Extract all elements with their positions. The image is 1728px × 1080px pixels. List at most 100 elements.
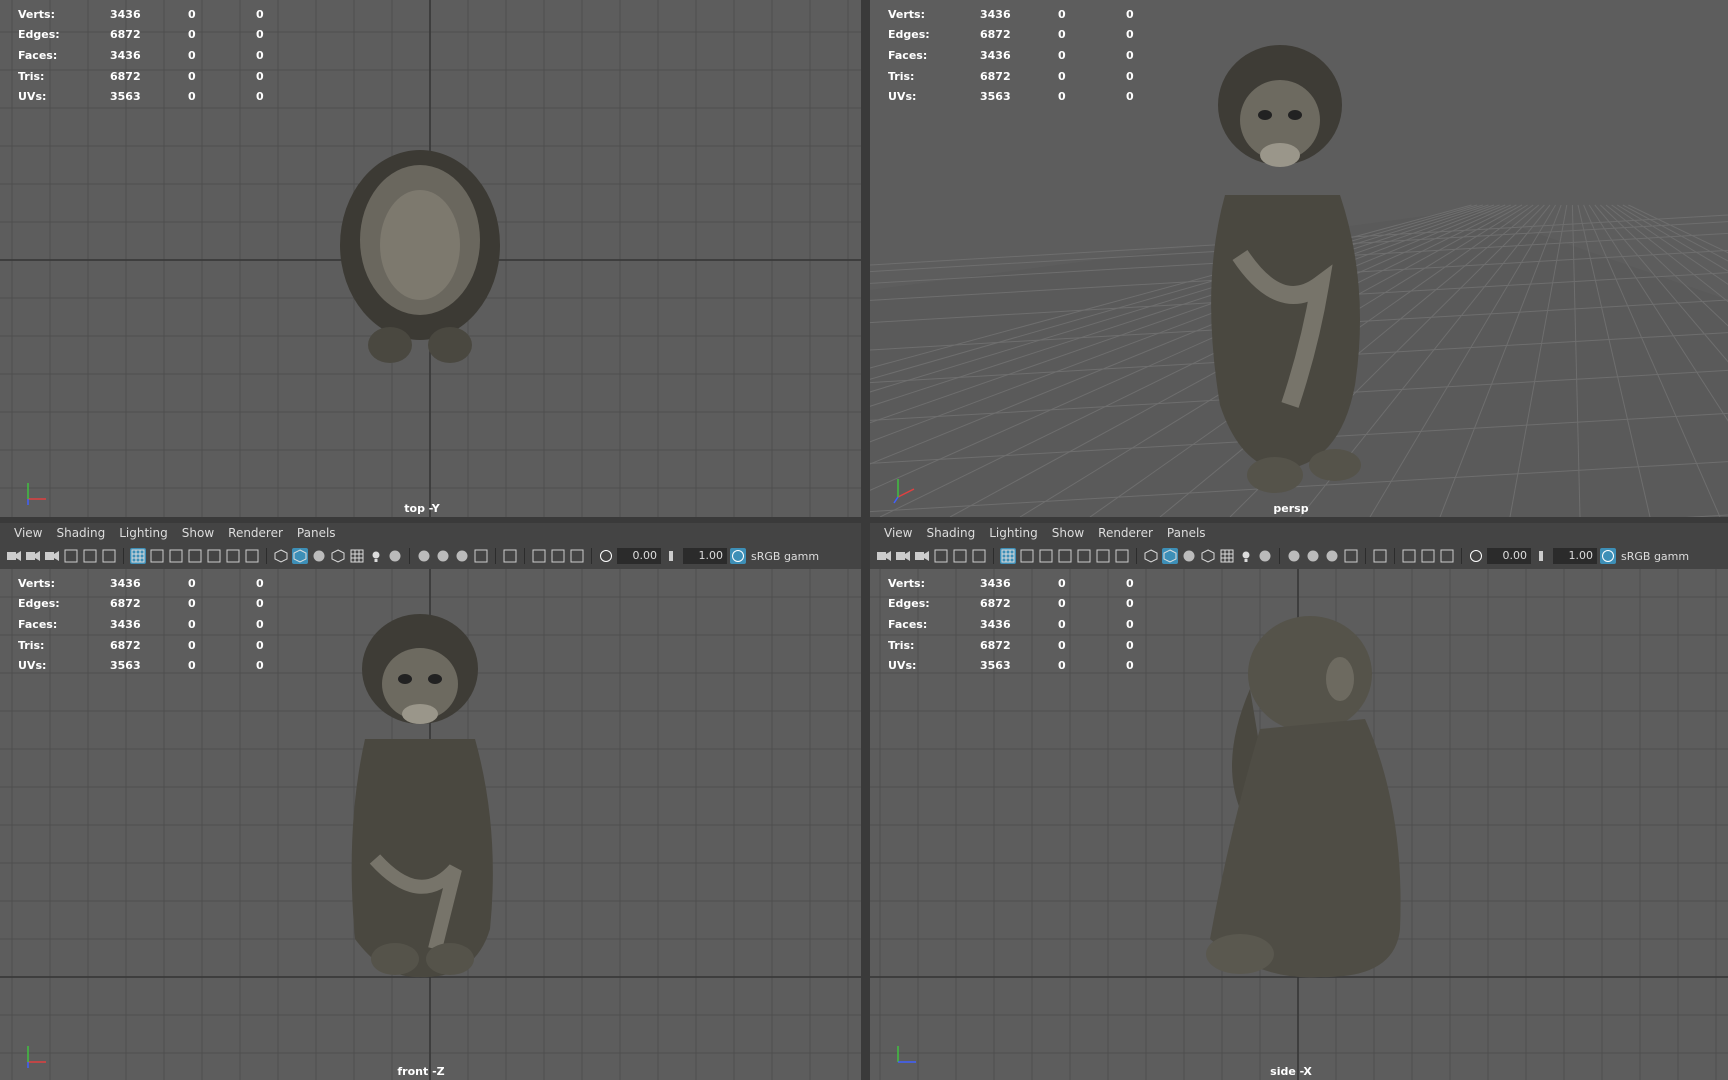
camera-label: front -Z (397, 1065, 445, 1078)
menu-lighting[interactable]: Lighting (983, 526, 1044, 540)
tool-icon[interactable] (1076, 548, 1092, 564)
camera-icon[interactable] (895, 548, 911, 564)
tool-icon[interactable] (1439, 548, 1455, 564)
display-toggle-icon[interactable] (1305, 548, 1321, 564)
tool-icon[interactable] (1401, 548, 1417, 564)
shading-mode-icon[interactable] (1143, 548, 1159, 564)
grid-icon[interactable] (349, 548, 365, 564)
shading-mode-icon[interactable] (1162, 548, 1178, 564)
hud-label: Tris: (888, 69, 915, 83)
light-icon[interactable] (368, 548, 384, 564)
grid-icon[interactable] (130, 548, 146, 564)
menu-view[interactable]: View (8, 526, 48, 540)
menu-show[interactable]: Show (176, 526, 220, 540)
shading-mode-icon[interactable] (1200, 548, 1216, 564)
tool-icon[interactable] (473, 548, 489, 564)
tool-icon[interactable] (1095, 548, 1111, 564)
display-toggle-icon[interactable] (311, 548, 327, 564)
display-toggle-icon[interactable] (1324, 548, 1340, 564)
color-management-icon[interactable] (730, 548, 746, 564)
shading-mode-icon[interactable] (330, 548, 346, 564)
tool-icon[interactable] (1019, 548, 1035, 564)
color-space-label[interactable]: sRGB gamm (749, 550, 819, 563)
tool-icon[interactable] (550, 548, 566, 564)
hud-v2: 0 (188, 638, 196, 652)
menu-show[interactable]: Show (1046, 526, 1090, 540)
monkey-model-front[interactable] (325, 609, 515, 979)
hud-v2: 0 (188, 90, 196, 104)
tool-icon[interactable] (952, 548, 968, 564)
exposure-field[interactable]: 0.00 (617, 548, 661, 564)
gamma-icon[interactable] (664, 548, 680, 564)
exposure-icon[interactable] (1468, 548, 1484, 564)
gamma-field[interactable]: 1.00 (683, 548, 727, 564)
menu-lighting[interactable]: Lighting (113, 526, 174, 540)
panel-persp: Verts: 3436 0 0 Edges: 6872 0 0 Faces: 3436 0 0 Tris… (870, 0, 1728, 517)
display-toggle-icon[interactable] (416, 548, 432, 564)
camera-icon[interactable] (6, 548, 22, 564)
camera-icon[interactable] (914, 548, 930, 564)
menu-renderer[interactable]: Renderer (222, 526, 289, 540)
display-toggle-icon[interactable] (435, 548, 451, 564)
color-management-icon[interactable] (1600, 548, 1616, 564)
tool-icon[interactable] (1057, 548, 1073, 564)
camera-icon[interactable] (44, 548, 60, 564)
tool-icon[interactable] (971, 548, 987, 564)
viewport-side[interactable]: Verts: 3436 0 0 Edges: 6872 0 0 Faces: 3436 0 0 Tris… (870, 569, 1728, 1080)
tool-icon[interactable] (933, 548, 949, 564)
monkey-model-persp[interactable] (1170, 25, 1390, 505)
monkey-model-side[interactable] (1180, 609, 1420, 979)
viewport-persp[interactable]: Verts: 3436 0 0 Edges: 6872 0 0 Faces: 3436 0 0 Tris… (870, 0, 1728, 517)
tool-icon[interactable] (569, 548, 585, 564)
menu-view[interactable]: View (878, 526, 918, 540)
tool-icon[interactable] (101, 548, 117, 564)
axis-gizmo-icon (27, 483, 46, 505)
tool-icon[interactable] (225, 548, 241, 564)
tool-icon[interactable] (149, 548, 165, 564)
tool-icon[interactable] (502, 548, 518, 564)
tool-icon[interactable] (1114, 548, 1130, 564)
panel-divider-vertical[interactable] (861, 0, 870, 1080)
gamma-icon[interactable] (1534, 548, 1550, 564)
display-toggle-icon[interactable] (1181, 548, 1197, 564)
exposure-field[interactable]: 0.00 (1487, 548, 1531, 564)
panel-divider-horizontal[interactable] (0, 517, 1728, 523)
viewport-top[interactable]: Verts: 3436 0 0 Edges: 6872 0 0 Faces: 3436 0 0 Tris… (0, 0, 861, 517)
camera-icon[interactable] (25, 548, 41, 564)
tool-icon[interactable] (1420, 548, 1436, 564)
tool-icon[interactable] (1343, 548, 1359, 564)
exposure-icon[interactable] (598, 548, 614, 564)
camera-icon[interactable] (876, 548, 892, 564)
tool-icon[interactable] (1038, 548, 1054, 564)
tool-icon[interactable] (206, 548, 222, 564)
tool-icon[interactable] (63, 548, 79, 564)
menu-shading[interactable]: Shading (50, 526, 111, 540)
tool-icon[interactable] (168, 548, 184, 564)
light-icon[interactable] (1238, 548, 1254, 564)
shading-mode-icon[interactable] (273, 548, 289, 564)
gamma-field[interactable]: 1.00 (1553, 548, 1597, 564)
tool-icon[interactable] (531, 548, 547, 564)
hud-v1: 3436 (110, 617, 141, 631)
menu-panels[interactable]: Panels (1161, 526, 1212, 540)
hud-label: Tris: (18, 638, 45, 652)
monkey-model-top[interactable] (330, 145, 515, 375)
display-toggle-icon[interactable] (1286, 548, 1302, 564)
menu-shading[interactable]: Shading (920, 526, 981, 540)
tool-icon[interactable] (82, 548, 98, 564)
color-space-label[interactable]: sRGB gamm (1619, 550, 1689, 563)
hud-row: Verts: 3436 0 0 (18, 4, 296, 25)
display-toggle-icon[interactable] (454, 548, 470, 564)
tool-icon[interactable] (187, 548, 203, 564)
grid-icon[interactable] (1219, 548, 1235, 564)
display-toggle-icon[interactable] (1257, 548, 1273, 564)
menu-panels[interactable]: Panels (291, 526, 342, 540)
tool-icon[interactable] (244, 548, 260, 564)
hud-v2: 0 (1058, 576, 1066, 590)
display-toggle-icon[interactable] (387, 548, 403, 564)
menu-renderer[interactable]: Renderer (1092, 526, 1159, 540)
grid-icon[interactable] (1000, 548, 1016, 564)
viewport-front[interactable]: Verts: 3436 0 0 Edges: 6872 0 0 Faces: 3436 0 0 Tris… (0, 569, 861, 1080)
tool-icon[interactable] (1372, 548, 1388, 564)
shading-mode-icon[interactable] (292, 548, 308, 564)
